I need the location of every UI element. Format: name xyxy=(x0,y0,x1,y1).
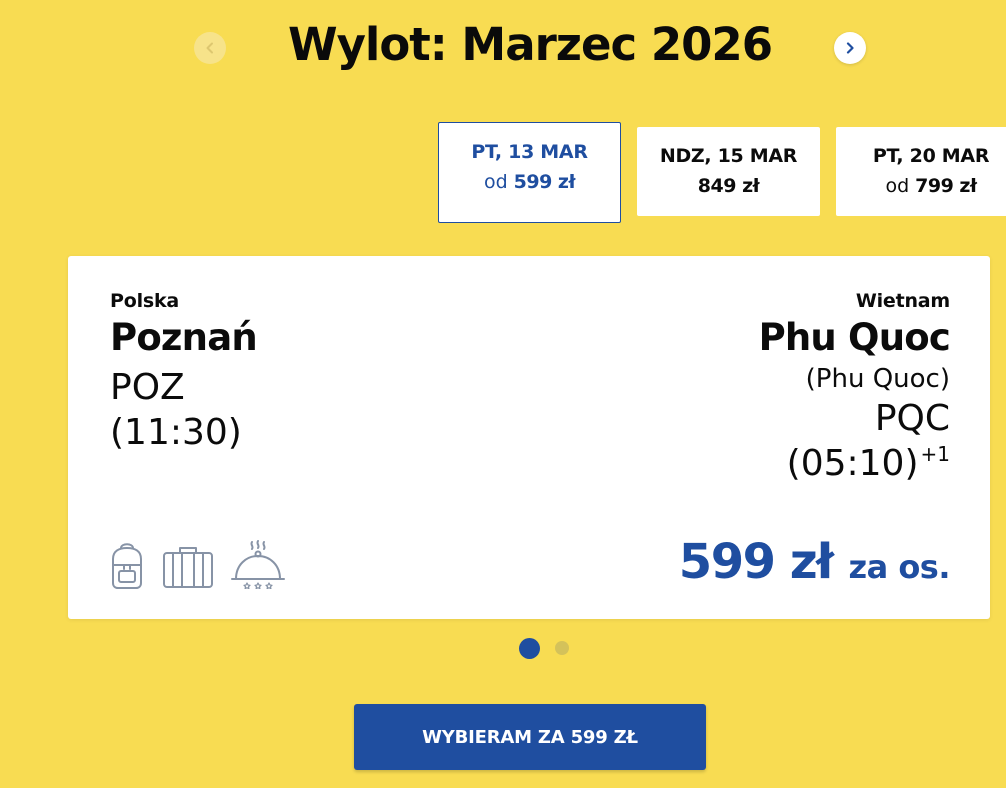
suitcase-icon xyxy=(163,547,213,588)
flight-card[interactable]: Polska Poznań POZ (11:30) Wietnam Phu Qu… xyxy=(68,256,990,619)
date-tab-prefix: od xyxy=(885,175,910,197)
pagination-dot[interactable] xyxy=(555,641,569,655)
day-offset: +1 xyxy=(920,442,950,467)
destination-block: Wietnam Phu Quoc (Phu Quoc) PQC (05:10) +… xyxy=(758,290,951,486)
price-amount: 599 zł xyxy=(678,534,834,590)
arrival-time: (05:10) xyxy=(786,443,919,485)
departure-time: (11:30) xyxy=(110,411,242,453)
destination-airport: (Phu Quoc) xyxy=(805,363,950,394)
date-tab-3[interactable]: PT, 20 MAR od 799 zł xyxy=(836,127,1006,216)
destination-code: PQC xyxy=(874,398,950,440)
select-flight-button[interactable]: WYBIERAM ZA 599 ZŁ xyxy=(354,704,706,770)
destination-city: Phu Quoc xyxy=(758,316,951,359)
origin-block: Polska Poznań POZ (11:30) xyxy=(110,290,258,455)
destination-country: Wietnam xyxy=(855,290,950,312)
origin-country: Polska xyxy=(110,290,180,312)
date-tab-price: 799 zł xyxy=(915,175,977,197)
amenities xyxy=(108,539,286,589)
date-tab-price: 599 zł xyxy=(513,171,576,193)
pagination-dot-active[interactable] xyxy=(519,638,540,659)
date-tab-prefix: od xyxy=(483,171,508,193)
price-unit: za os. xyxy=(848,548,950,586)
meal-cloche-icon xyxy=(231,540,285,589)
chevron-right-icon xyxy=(846,42,854,54)
date-tab-label: NDZ, 15 MAR xyxy=(659,145,798,167)
price-per-person: 599 zł za os. xyxy=(678,534,951,590)
date-tab-1[interactable]: PT, 13 MAR od 599 zł xyxy=(438,122,621,223)
next-month-button[interactable] xyxy=(834,32,866,64)
origin-code: POZ xyxy=(110,366,185,408)
origin-city: Poznań xyxy=(110,316,258,359)
date-tab-label: PT, 13 MAR xyxy=(471,141,588,163)
date-tab-2[interactable]: NDZ, 15 MAR 849 zł xyxy=(637,127,820,216)
date-tab-price: 849 zł xyxy=(697,175,760,197)
date-tab-label: PT, 20 MAR xyxy=(872,145,990,167)
backpack-icon xyxy=(112,543,142,589)
